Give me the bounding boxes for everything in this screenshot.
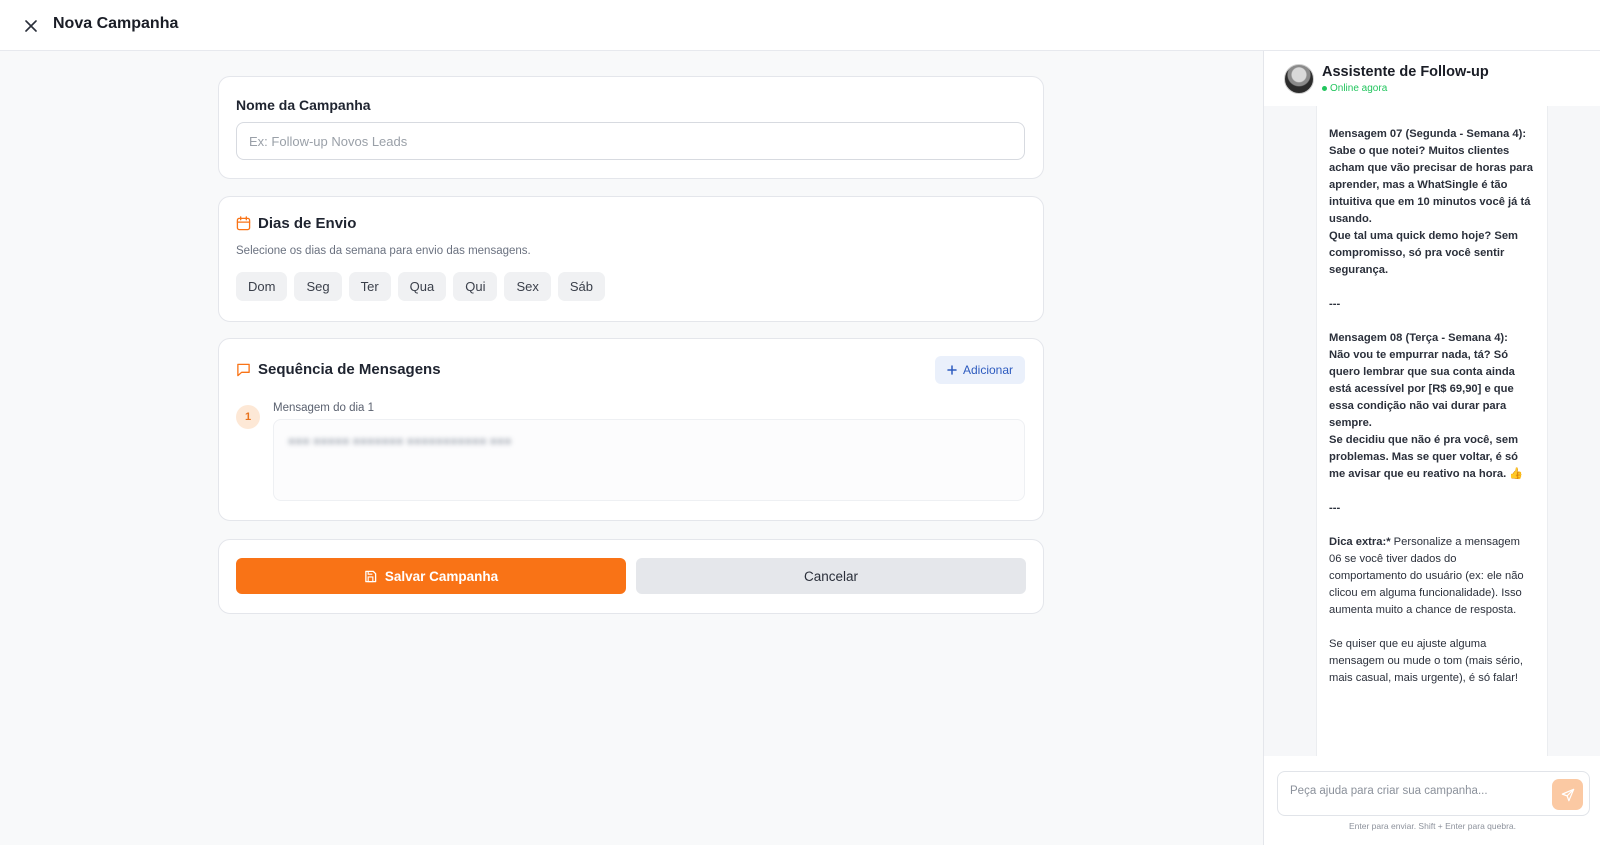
extra-tip-label: Dica extra:* [1329, 536, 1391, 548]
message-sequence-card: Sequência de Mensagens Adicionar 1 Mensa… [218, 338, 1044, 521]
sequence-title: Sequência de Mensagens [258, 361, 441, 378]
assistant-title: Assistente de Follow-up [1322, 64, 1489, 80]
online-status: Online agora [1322, 83, 1387, 94]
top-bar: Nova Campanha [0, 0, 1600, 51]
day-chip-qui[interactable]: Qui [453, 272, 498, 301]
send-days-title: Dias de Envio [258, 215, 357, 232]
assistant-panel: Assistente de Follow-up Online agora Men… [1263, 51, 1600, 845]
cancel-button[interactable]: Cancelar [636, 558, 1026, 594]
day-chip-sex[interactable]: Sex [504, 272, 551, 301]
composer-hint: Enter para enviar. Shift + Enter para qu… [1348, 821, 1517, 831]
close-icon [25, 20, 37, 32]
chat-input[interactable] [1290, 785, 1530, 797]
message-blurred-content: ■■■ ■■■■■ ■■■■■■■ ■■■■■■■■■■■ ■■■ [288, 434, 512, 448]
online-dot-icon [1322, 86, 1327, 91]
online-status-text: Online agora [1330, 83, 1388, 94]
plus-icon [947, 365, 957, 375]
calendar-icon [236, 216, 251, 231]
message-07-body: Sabe o que notei? Muitos clientes acham … [1329, 145, 1533, 225]
closing-message: Se quiser que eu ajuste alguma mensagem … [1329, 638, 1523, 684]
send-icon [1561, 788, 1574, 801]
page-title: Nova Campanha [53, 15, 179, 32]
day-chip-qua[interactable]: Qua [397, 272, 447, 301]
campaign-name-card: Nome da Campanha [218, 76, 1044, 179]
assistant-header: Assistente de Follow-up Online agora [1264, 51, 1600, 106]
assistant-message-bubble: Mensagem 07 (Segunda - Semana 4): Sabe o… [1316, 106, 1548, 756]
day-selector: Dom Seg Ter Qua Qui Sex Sáb [236, 272, 606, 301]
day-chip-sab[interactable]: Sáb [557, 272, 606, 301]
separator: --- [1329, 298, 1341, 310]
message-07-title: Mensagem 07 (Segunda - Semana 4): [1329, 128, 1527, 140]
save-icon [365, 570, 377, 582]
add-message-button[interactable]: Adicionar [934, 356, 1025, 384]
day-chip-dom[interactable]: Dom [236, 272, 288, 301]
message-08-body: Não vou te empurrar nada, tá? Só quero l… [1329, 349, 1515, 429]
campaign-form-area: Nome da Campanha Dias de Envio Selecione… [0, 51, 1263, 845]
campaign-name-label: Nome da Campanha [236, 97, 371, 113]
send-button[interactable] [1552, 779, 1583, 810]
message-square-icon [237, 363, 250, 377]
add-message-label: Adicionar [962, 363, 1013, 377]
extra-tip-body: Personalize a mensagem 06 se você tiver … [1329, 536, 1524, 616]
message-07-cta: Que tal uma quick demo hoje? Sem comprom… [1329, 230, 1518, 276]
message-day-label: Mensagem do dia 1 [273, 402, 375, 414]
message-textarea[interactable]: ■■■ ■■■■■ ■■■■■■■ ■■■■■■■■■■■ ■■■ [273, 419, 1025, 501]
chat-history[interactable]: Mensagem 07 (Segunda - Semana 4): Sabe o… [1264, 106, 1600, 756]
campaign-name-input[interactable] [236, 122, 1025, 160]
save-campaign-label: Salvar Campanha [384, 568, 499, 584]
save-campaign-button[interactable]: Salvar Campanha [236, 558, 626, 594]
send-days-header: Dias de Envio [236, 215, 356, 232]
actions-card: Salvar Campanha Cancelar [218, 539, 1044, 614]
message-step-number: 1 [236, 405, 260, 429]
avatar [1284, 64, 1314, 94]
separator: --- [1329, 502, 1341, 514]
chat-composer [1277, 771, 1590, 816]
send-days-card: Dias de Envio Selecione os dias da seman… [218, 196, 1044, 322]
sequence-header: Sequência de Mensagens [236, 361, 441, 378]
extra-tip: Dica extra:* Personalize a mensagem 06 s… [1329, 534, 1535, 619]
close-button[interactable] [20, 15, 42, 37]
send-days-description: Selecione os dias da semana para envio d… [236, 245, 531, 257]
message-08-title: Mensagem 08 (Terça - Semana 4): [1329, 332, 1508, 344]
day-chip-seg[interactable]: Seg [294, 272, 342, 301]
day-chip-ter[interactable]: Ter [348, 272, 391, 301]
message-08-cta: Se decidiu que não é pra você, sem probl… [1329, 434, 1524, 480]
